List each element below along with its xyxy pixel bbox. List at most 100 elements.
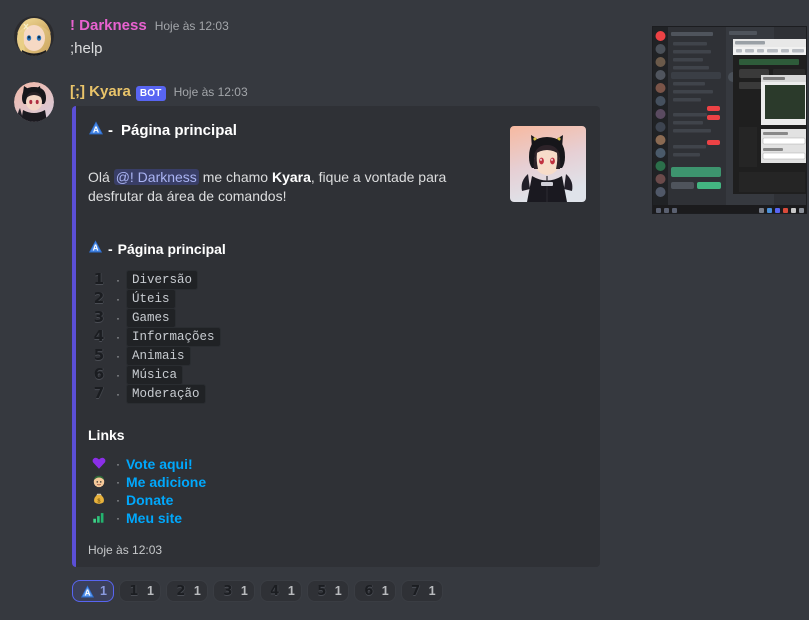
list-item: 7 · Moderação [88, 383, 584, 404]
reaction-3[interactable]: 3 1 [212, 580, 255, 602]
digit-three-icon: 3 [223, 583, 233, 599]
embed-thumbnail[interactable] [510, 126, 586, 202]
reaction-count: 1 [100, 584, 107, 598]
digit-three-icon: 3 [93, 308, 105, 326]
embed-field-text: Página principal [117, 240, 226, 257]
reaction-7[interactable]: 7 1 [400, 580, 443, 602]
command-category-label: Moderação [126, 383, 206, 404]
bullet: · [116, 291, 120, 306]
bullet: · [116, 367, 120, 382]
command-category-label: Informações [126, 326, 221, 347]
embed-field-title: A - Página principal [88, 239, 584, 259]
reaction-6[interactable]: 6 1 [353, 580, 396, 602]
list-item: 1 · Diversão [88, 269, 584, 290]
digit-six-icon: 6 [364, 583, 374, 599]
reaction-count: 1 [287, 584, 295, 598]
bullet: · [116, 272, 120, 287]
digit-two-icon: 2 [176, 583, 186, 599]
blue-triangle-a-icon: A [88, 239, 103, 259]
user-mention[interactable]: @! Darkness [113, 169, 199, 185]
desc-bold: Kyara [271, 169, 311, 185]
purple-heart-icon [88, 456, 110, 473]
embed-description: Olá @! Darkness me chamo Kyara, fique a … [88, 168, 486, 206]
reaction-bar: A 1 1 1 2 1 3 1 4 1 5 1 6 1 7 1 [72, 580, 443, 602]
bar-chart-icon [88, 510, 110, 527]
reaction-a[interactable]: A 1 [72, 580, 114, 602]
list-item: 3 · Games [88, 307, 584, 328]
reaction-count: 1 [240, 584, 248, 598]
bullet: · [116, 348, 120, 363]
digit-seven-icon: 7 [411, 583, 421, 599]
username-darkness[interactable]: ! Darkness [70, 16, 147, 36]
discord-chat-view: ! Darkness Hoje às 12:03 ;help [;] Kyara… [0, 0, 809, 620]
reaction-count: 1 [193, 584, 201, 598]
command-category-label: Diversão [126, 269, 199, 290]
link-website[interactable]: Meu site [126, 510, 182, 526]
embed-field-dash: - [108, 240, 113, 257]
bullet: · [116, 511, 120, 525]
list-item: · Me adicione [88, 473, 584, 491]
link-add-me[interactable]: Me adicione [126, 474, 206, 490]
reaction-count: 1 [381, 584, 389, 598]
reaction-1[interactable]: 1 1 [118, 580, 161, 602]
avatar[interactable] [14, 16, 54, 56]
list-item: · Vote aqui! [88, 455, 584, 473]
digit-one-icon: 1 [93, 270, 105, 288]
blue-triangle-a-icon: A [79, 583, 95, 599]
avatar-image-darkness [14, 16, 54, 56]
list-item: 5 · Animais [88, 345, 584, 366]
desc-prefix: Olá [88, 169, 114, 185]
list-item: · Meu site [88, 509, 584, 527]
bullet: · [116, 493, 120, 507]
bot-badge: BOT [135, 86, 166, 101]
embed-footer-timestamp: Hoje às 12:03 [88, 543, 163, 557]
command-category-label: Música [126, 364, 184, 385]
svg-text:A: A [84, 588, 90, 597]
svg-text:A: A [93, 244, 99, 253]
message-header: [;] Kyara BOT Hoje às 12:03 [70, 82, 248, 102]
blue-triangle-a-icon: A [88, 120, 104, 142]
bullet: · [116, 386, 120, 401]
username-kyara[interactable]: [;] Kyara [70, 82, 131, 102]
command-category-list: 1 · Diversão 2 · Úteis 3 · Games 4 · Inf… [88, 269, 584, 404]
bullet: · [116, 329, 120, 344]
desc-mid: me chamo [198, 169, 272, 185]
list-item: 4 · Informações [88, 326, 584, 347]
avatar[interactable] [14, 82, 54, 122]
embed-title-dash: - [108, 122, 113, 139]
bullet: · [116, 457, 120, 471]
reaction-count: 1 [334, 584, 342, 598]
reaction-count: 1 [428, 584, 436, 598]
bullet: · [116, 475, 120, 489]
desktop-screenshot-thumbnail[interactable] [652, 26, 807, 214]
digit-seven-icon: 7 [93, 384, 105, 402]
message-content: ;help [70, 40, 103, 57]
message-timestamp: Hoje às 12:03 [154, 19, 229, 33]
reaction-5[interactable]: 5 1 [306, 580, 349, 602]
link-donate[interactable]: Donate [126, 492, 173, 508]
girl-face-icon [88, 474, 110, 491]
bot-embed: A - Página principal Olá @! Darkness me … [72, 106, 600, 567]
list-item: $ · Donate [88, 491, 584, 509]
link-vote[interactable]: Vote aqui! [126, 456, 193, 472]
reaction-4[interactable]: 4 1 [259, 580, 302, 602]
digit-five-icon: 5 [93, 346, 105, 364]
screenshot-image [653, 27, 806, 213]
digit-six-icon: 6 [93, 365, 105, 383]
money-bag-icon: $ [88, 492, 110, 509]
reaction-count: 1 [146, 584, 154, 598]
digit-four-icon: 4 [93, 327, 105, 345]
reaction-2[interactable]: 2 1 [165, 580, 208, 602]
embed-title-text: Página principal [121, 122, 237, 139]
command-category-label: Games [126, 307, 176, 328]
svg-text:A: A [93, 124, 99, 134]
list-item: 6 · Música [88, 364, 584, 385]
avatar-image-kyara [14, 82, 54, 122]
anime-girl-thumbnail-image [510, 126, 586, 202]
command-category-label: Animais [126, 345, 191, 366]
message-timestamp: Hoje às 12:03 [173, 85, 248, 99]
list-item: 2 · Úteis [88, 288, 584, 309]
links-list: · Vote aqui! · Me adicione $ · Donate · … [88, 455, 584, 527]
digit-five-icon: 5 [317, 583, 327, 599]
command-category-label: Úteis [126, 288, 176, 309]
